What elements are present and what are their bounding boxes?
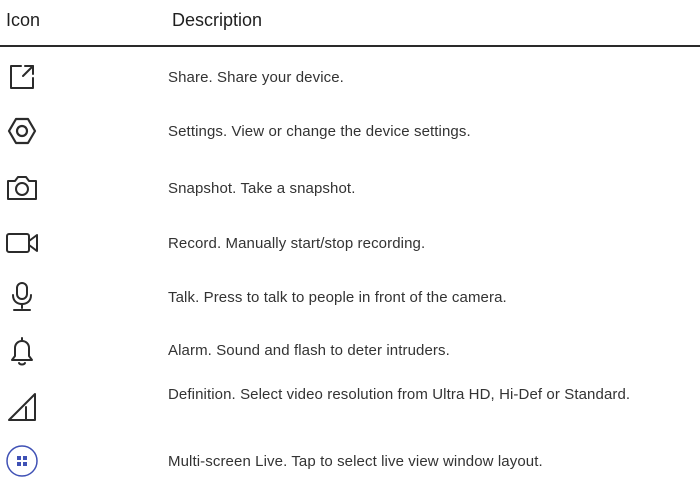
row-description: Record. Manually start/stop recording. (168, 235, 426, 252)
row-description: Talk. Press to talk to people in front o… (168, 289, 507, 306)
row-description: Definition. Select video resolution from… (168, 386, 631, 403)
header-description-label: Description (172, 10, 263, 30)
camera-icon (5, 171, 39, 205)
header-icon-label: Icon (6, 10, 41, 30)
row-description: Snapshot. Take a snapshot. (168, 180, 356, 197)
table-header: Icon Description (0, 0, 700, 47)
microphone-icon (5, 280, 39, 314)
icon-description-table: Icon Description Share. Share your devic… (0, 0, 700, 477)
signal-triangle-icon (5, 390, 39, 424)
share-icon (5, 60, 39, 94)
bell-icon (5, 334, 39, 368)
multi-screen-icon (5, 444, 39, 478)
row-description: Settings. View or change the device sett… (168, 123, 471, 140)
settings-hex-icon (5, 114, 39, 148)
video-camera-icon (5, 226, 39, 260)
row-description: Share. Share your device. (168, 69, 344, 86)
row-description: Multi-screen Live. Tap to select live vi… (168, 453, 543, 470)
row-description: Alarm. Sound and flash to deter intruder… (168, 342, 450, 359)
